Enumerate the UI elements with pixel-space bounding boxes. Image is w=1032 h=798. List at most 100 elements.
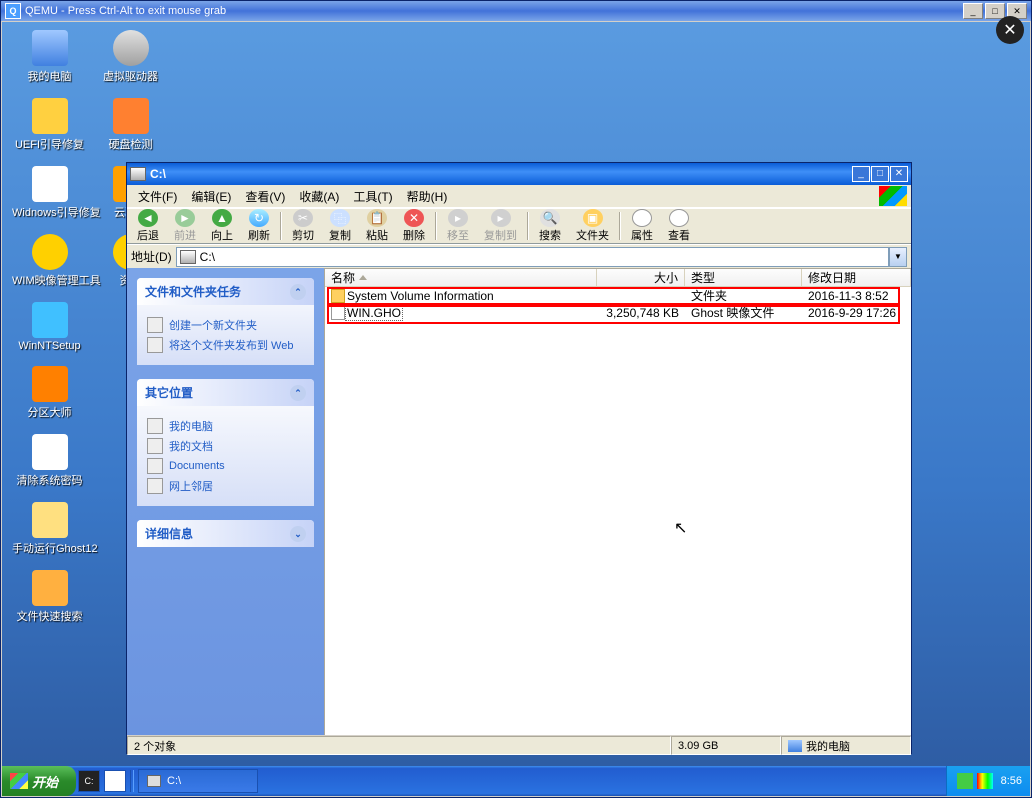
address-input[interactable]: C:\ (176, 247, 889, 267)
desktop-icon-label: 虚拟驱动器 (93, 68, 168, 84)
app-icon (32, 234, 68, 270)
back-button[interactable]: ◄后退 (130, 208, 166, 244)
app-icon (113, 30, 149, 66)
menu-file[interactable]: 文件(F) (131, 186, 184, 207)
details-header[interactable]: 详细信息 ⌄ (137, 520, 314, 547)
copy-button[interactable]: ⿻复制 (322, 208, 358, 244)
tray-display-icon[interactable] (977, 773, 993, 789)
comp-icon (147, 418, 163, 434)
start-button[interactable]: 开始 (2, 766, 76, 796)
qemu-maximize-button[interactable]: □ (985, 3, 1005, 19)
sidebar-link[interactable]: 将这个文件夹发布到 Web (147, 337, 304, 353)
tasks-header[interactable]: 文件和文件夹任务 ⌃ (137, 278, 314, 305)
desktop-icon[interactable]: 文件快速搜索 (12, 570, 87, 624)
overlay-close-button[interactable]: ✕ (996, 16, 1024, 44)
quicklaunch-icon[interactable] (104, 770, 126, 792)
col-name[interactable]: 名称 (325, 269, 597, 286)
explorer-titlebar[interactable]: C:\ _ □ ✕ (127, 163, 911, 185)
menu-tools[interactable]: 工具(T) (346, 186, 399, 207)
view-button[interactable]: ▦查看 (661, 208, 697, 244)
desktop-icon-label: 硬盘检测 (93, 136, 168, 152)
desktop-icon[interactable]: 我的电脑 (12, 30, 87, 84)
cut-button[interactable]: ✂剪切 (285, 208, 321, 244)
up-button[interactable]: ▲向上 (204, 208, 240, 244)
app-icon (32, 502, 68, 538)
column-headers: 名称 大小 类型 修改日期 (325, 269, 911, 287)
desktop-icon-label: 我的电脑 (12, 68, 87, 84)
refresh-button[interactable]: ↻刷新 (241, 208, 277, 244)
status-bar: 2 个对象 3.09 GB 我的电脑 (127, 735, 911, 755)
desktop-icon[interactable]: 清除系统密码 (12, 434, 87, 488)
taskbar-item-explorer[interactable]: C:\ (138, 769, 258, 793)
link-label: Documents (169, 460, 225, 472)
desktop-icon[interactable]: 分区大师 (12, 366, 87, 420)
drive-icon (130, 167, 146, 181)
drive-icon (180, 250, 196, 264)
app-icon (32, 366, 68, 402)
docs-icon (147, 458, 163, 474)
taskbar: 开始 C: C:\ 8:56 (2, 766, 1030, 796)
explorer-minimize-button[interactable]: _ (852, 166, 870, 182)
link-label: 网上邻居 (169, 478, 213, 494)
desktop-icon[interactable]: Widnows引导修复 (12, 166, 87, 220)
file-row[interactable]: System Volume Information 文件夹 2016-11-3 … (325, 287, 911, 304)
sidebar-link[interactable]: 网上邻居 (147, 478, 304, 494)
qemu-titlebar[interactable]: Q QEMU - Press Ctrl-Alt to exit mouse gr… (1, 1, 1031, 21)
app-icon (113, 98, 149, 134)
address-dropdown[interactable]: ▼ (889, 247, 907, 267)
col-type[interactable]: 类型 (685, 269, 802, 286)
file-name: System Volume Information (347, 289, 494, 303)
desktop-icon[interactable]: 硬盘检测 (93, 98, 168, 152)
desktop-icon-label: 分区大师 (12, 404, 87, 420)
explorer-maximize-button[interactable]: □ (871, 166, 889, 182)
moveto-button: ▸移至 (440, 208, 476, 244)
col-size[interactable]: 大小 (597, 269, 685, 286)
desktop-icon[interactable]: UEFI引导修复 (12, 98, 87, 152)
folder-icon (147, 317, 163, 333)
sidebar-link[interactable]: 创建一个新文件夹 (147, 317, 304, 333)
details-panel: 详细信息 ⌄ (137, 520, 314, 547)
menu-favorites[interactable]: 收藏(A) (292, 186, 346, 207)
explorer-close-button[interactable]: ✕ (890, 166, 908, 182)
sidebar-link[interactable]: 我的文档 (147, 438, 304, 454)
sidebar-link[interactable]: 我的电脑 (147, 418, 304, 434)
net-icon (147, 478, 163, 494)
menu-help[interactable]: 帮助(H) (400, 186, 455, 207)
file-list[interactable]: 名称 大小 类型 修改日期 System Volume Information … (324, 268, 911, 735)
windows-flag-icon (10, 773, 28, 789)
menu-view[interactable]: 查看(V) (238, 186, 292, 207)
link-label: 我的电脑 (169, 418, 213, 434)
delete-button[interactable]: ✕删除 (396, 208, 432, 244)
qemu-title: QEMU - Press Ctrl-Alt to exit mouse grab (25, 5, 226, 17)
app-icon (32, 302, 68, 338)
other-places-header[interactable]: 其它位置 ⌃ (137, 379, 314, 406)
properties-button[interactable]: ✓属性 (624, 208, 660, 244)
status-size: 3.09 GB (671, 736, 781, 755)
desktop-icon[interactable]: WIM映像管理工具 (12, 234, 87, 288)
app-icon (32, 166, 68, 202)
quicklaunch-cmd-icon[interactable]: C: (78, 770, 100, 792)
link-label: 我的文档 (169, 438, 213, 454)
folders-button[interactable]: ▣文件夹 (569, 208, 616, 244)
address-bar: 地址(D) C:\ ▼ (127, 244, 911, 268)
link-label: 创建一个新文件夹 (169, 317, 257, 333)
col-date[interactable]: 修改日期 (802, 269, 911, 286)
sidebar-link[interactable]: Documents (147, 458, 304, 474)
paste-button[interactable]: 📋粘贴 (359, 208, 395, 244)
search-button[interactable]: 🔍搜索 (532, 208, 568, 244)
desktop-icon[interactable]: 手动运行Ghost12 (12, 502, 87, 556)
desktop-icon-label: WIM映像管理工具 (12, 272, 87, 288)
desktop[interactable]: 我的电脑虚拟驱动器UEFI引导修复硬盘检测Widnows引导修复云骑士WIM映像… (2, 22, 1030, 796)
qemu-minimize-button[interactable]: _ (963, 3, 983, 19)
desktop-icon-label: Widnows引导修复 (12, 204, 87, 220)
tray-icon[interactable] (957, 773, 973, 789)
menu-edit[interactable]: 编辑(E) (184, 186, 238, 207)
qemu-window: Q QEMU - Press Ctrl-Alt to exit mouse gr… (0, 0, 1032, 798)
desktop-icon[interactable]: WinNTSetup (12, 302, 87, 352)
drive-icon (147, 775, 161, 787)
desktop-icon[interactable]: 虚拟驱动器 (93, 30, 168, 84)
file-row[interactable]: WIN.GHO 3,250,748 KB Ghost 映像文件 2016-9-2… (325, 304, 911, 321)
clock[interactable]: 8:56 (1001, 775, 1022, 787)
explorer-window: C:\ _ □ ✕ 文件(F) 编辑(E) 查看(V) 收藏(A) 工具(T) … (126, 162, 912, 754)
app-icon (32, 570, 68, 606)
